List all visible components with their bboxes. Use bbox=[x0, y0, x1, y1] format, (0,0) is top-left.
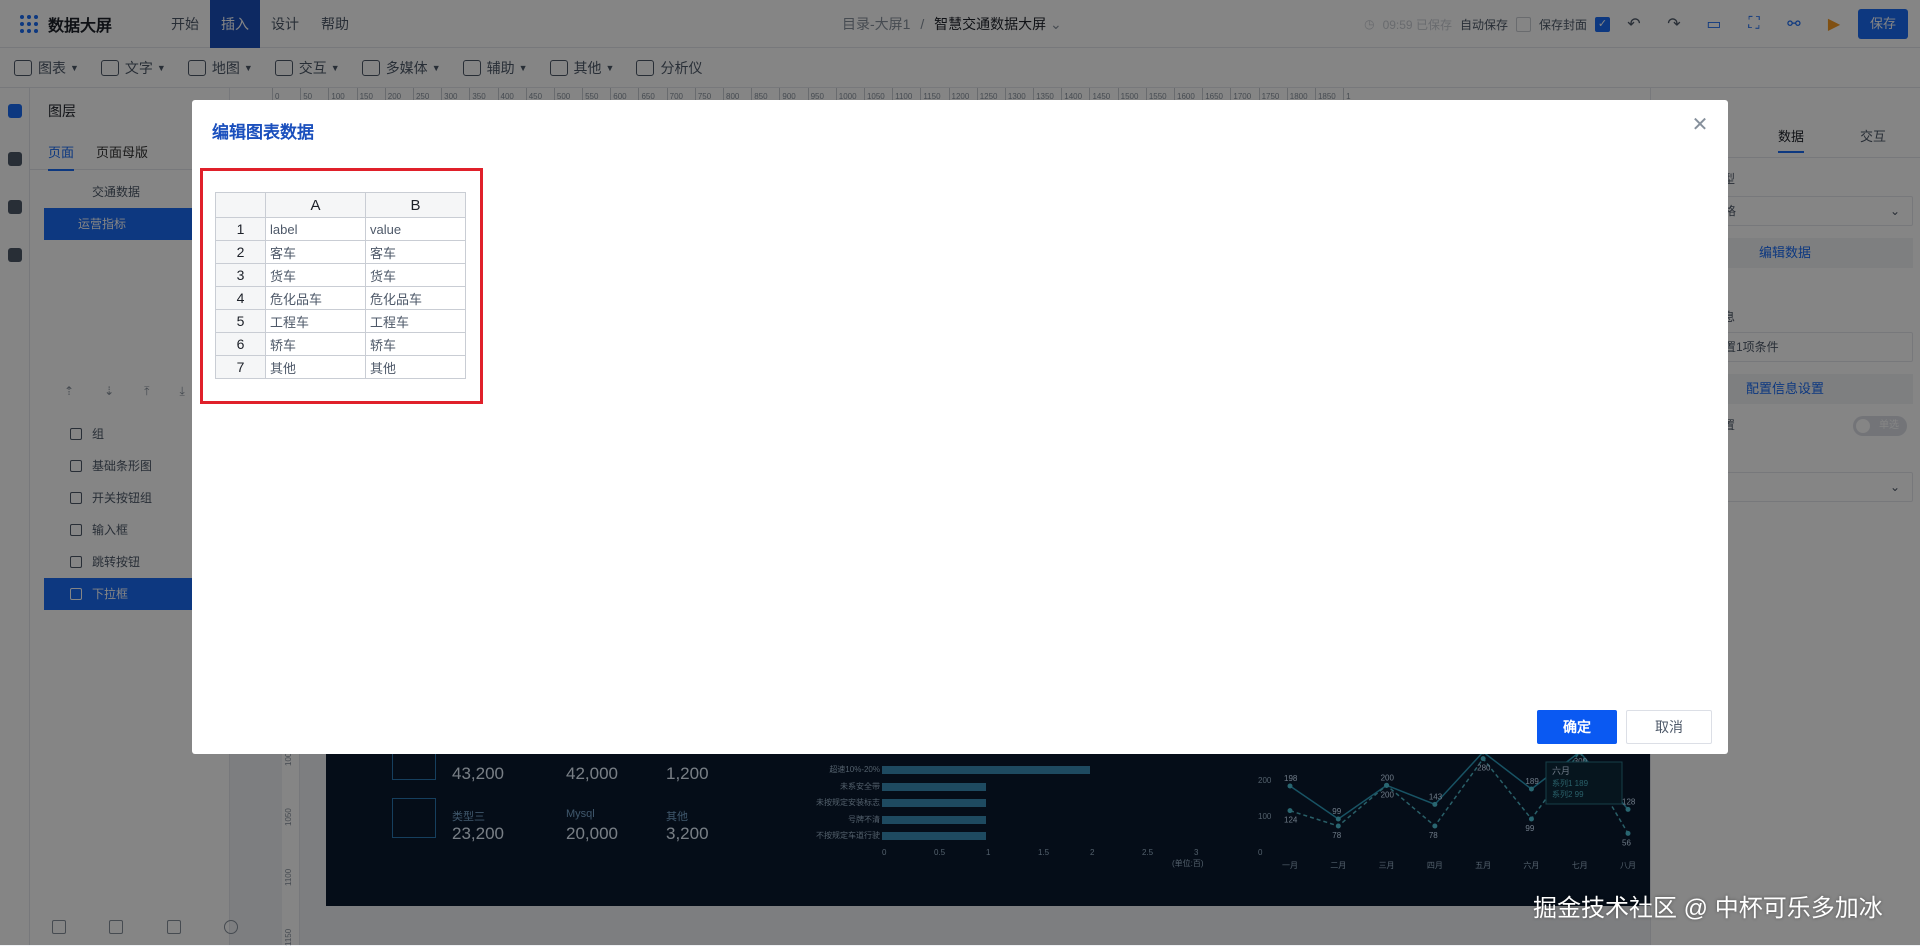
cell-a[interactable]: 危化品车 bbox=[265, 286, 366, 310]
column-header-b[interactable]: B bbox=[365, 192, 466, 218]
sheet-row: 7 其他 其他 bbox=[215, 355, 466, 379]
cell-b[interactable]: 货车 bbox=[365, 263, 466, 287]
sheet-row: 3 货车 货车 bbox=[215, 263, 466, 287]
sheet-row: 4 危化品车 危化品车 bbox=[215, 286, 466, 310]
row-number[interactable]: 6 bbox=[215, 332, 266, 356]
sheet-row: 2 客车 客车 bbox=[215, 240, 466, 264]
cell-a[interactable]: label bbox=[265, 217, 366, 241]
cell-a[interactable]: 货车 bbox=[265, 263, 366, 287]
dialog-title: 编辑图表数据 bbox=[212, 123, 314, 142]
row-number[interactable]: 7 bbox=[215, 355, 266, 379]
row-number[interactable]: 3 bbox=[215, 263, 266, 287]
sheet-row: 6 轿车 轿车 bbox=[215, 332, 466, 356]
cell-b[interactable]: 其他 bbox=[365, 355, 466, 379]
cell-a[interactable]: 其他 bbox=[265, 355, 366, 379]
cell-b[interactable]: 轿车 bbox=[365, 332, 466, 356]
cell-b[interactable]: 客车 bbox=[365, 240, 466, 264]
close-icon[interactable]: ✕ bbox=[1688, 114, 1712, 138]
corner-cell[interactable] bbox=[215, 192, 266, 218]
row-number[interactable]: 1 bbox=[215, 217, 266, 241]
cancel-button[interactable]: 取消 bbox=[1626, 710, 1712, 744]
cell-b[interactable]: 工程车 bbox=[365, 309, 466, 333]
confirm-button[interactable]: 确定 bbox=[1537, 710, 1617, 744]
cell-b[interactable]: 危化品车 bbox=[365, 286, 466, 310]
sheet-row: 1 label value bbox=[215, 217, 466, 241]
row-number[interactable]: 4 bbox=[215, 286, 266, 310]
cell-a[interactable]: 工程车 bbox=[265, 309, 366, 333]
cell-b[interactable]: value bbox=[365, 217, 466, 241]
cell-a[interactable]: 轿车 bbox=[265, 332, 366, 356]
column-header-row: A B bbox=[215, 192, 466, 218]
row-number[interactable]: 5 bbox=[215, 309, 266, 333]
watermark: 掘金技术社区 @ 中杯可乐多加冰 bbox=[1533, 895, 1883, 922]
edit-chart-data-dialog: 编辑图表数据 ✕ A B 1 label value 2 客车 客车 3 货车 货车 4 危化品车危… bbox=[192, 100, 1728, 754]
sheet-row: 5 工程车 工程车 bbox=[215, 309, 466, 333]
column-header-a[interactable]: A bbox=[265, 192, 366, 218]
cell-a[interactable]: 客车 bbox=[265, 240, 366, 264]
data-spreadsheet: A B 1 label value 2 客车 客车 3 货车 货车 4 危化品车 危化品车 5 工程车 工程… bbox=[215, 192, 466, 379]
row-number[interactable]: 2 bbox=[215, 240, 266, 264]
